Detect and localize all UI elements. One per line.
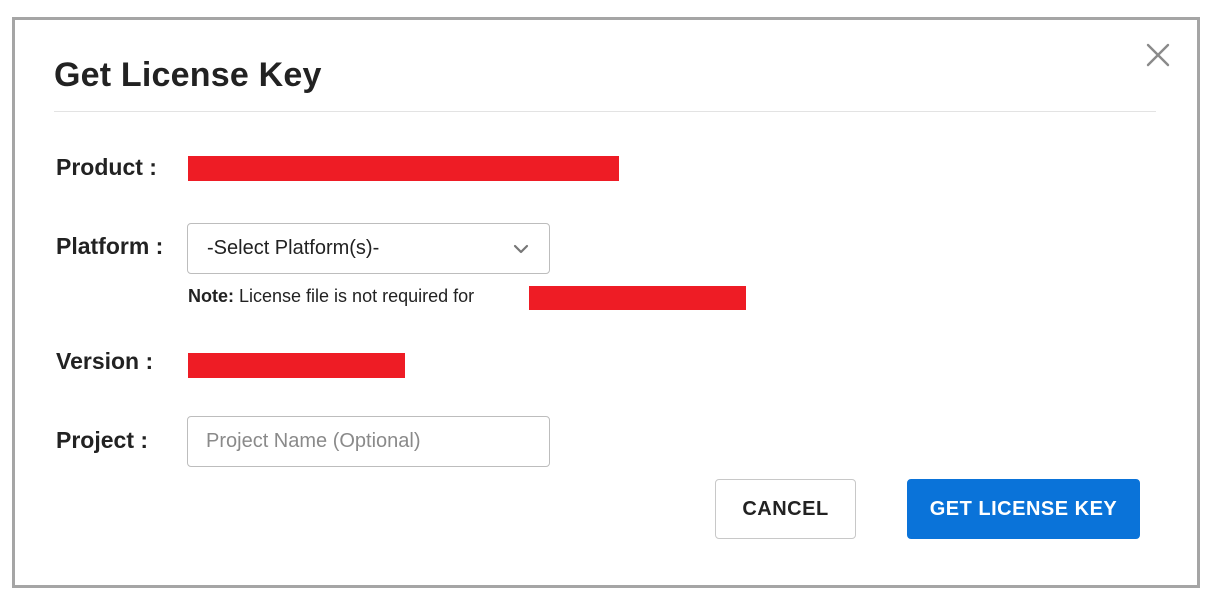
project-label: Project : bbox=[56, 427, 149, 453]
platform-label: Platform : bbox=[56, 233, 164, 259]
product-label: Product : bbox=[56, 154, 157, 180]
get-license-key-button[interactable]: GET LICENSE KEY bbox=[907, 479, 1140, 539]
license-key-dialog: Get License Key Product : Platform : -Se… bbox=[16, 20, 1196, 582]
note-product-redacted bbox=[529, 286, 746, 310]
platform-select-value: -Select Platform(s)- bbox=[207, 237, 380, 259]
dialog-title: Get License Key bbox=[54, 56, 322, 94]
version-label: Version : bbox=[56, 348, 154, 374]
project-name-input[interactable] bbox=[187, 416, 550, 467]
close-button[interactable] bbox=[1143, 40, 1173, 70]
version-value-redacted bbox=[188, 353, 405, 378]
note-text: License file is not required for bbox=[234, 286, 475, 306]
platform-select[interactable]: -Select Platform(s)- bbox=[187, 223, 550, 274]
title-divider bbox=[54, 111, 1156, 112]
close-icon bbox=[1146, 43, 1170, 67]
chevron-down-icon bbox=[513, 244, 529, 254]
note-prefix: Note: bbox=[188, 286, 234, 306]
product-value-redacted bbox=[188, 156, 619, 181]
platform-note: Note: License file is not required for bbox=[188, 286, 474, 307]
cancel-button[interactable]: CANCEL bbox=[715, 479, 856, 539]
